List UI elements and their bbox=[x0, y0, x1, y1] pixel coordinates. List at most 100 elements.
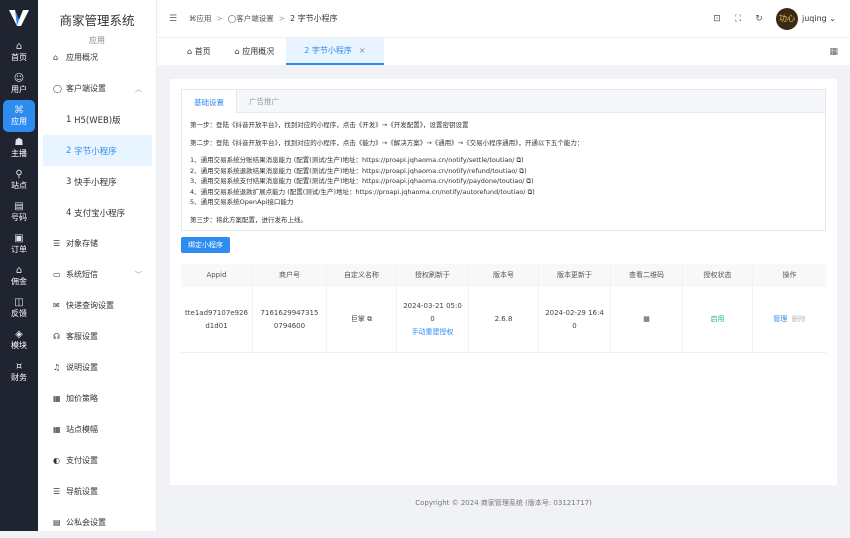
apps-icon: ⌘ bbox=[189, 14, 197, 23]
sidebar-item-label: 字节小程序 bbox=[74, 146, 117, 157]
tab-app-overview[interactable]: ⌂ 应用概况 bbox=[223, 38, 287, 65]
rail-item-10[interactable]: ¤ 财务 bbox=[0, 356, 38, 388]
item-number: 3 bbox=[66, 176, 72, 187]
refresh-icon[interactable]: ↻ bbox=[749, 14, 769, 24]
menu-icon: ▦ bbox=[53, 425, 61, 434]
sidebar-item-label: 快递查询设置 bbox=[66, 301, 114, 310]
status-cell: 启用 bbox=[683, 287, 753, 352]
breadcrumb-item[interactable]: 应用 bbox=[197, 13, 212, 24]
manage-link[interactable]: 管理 bbox=[773, 313, 787, 326]
sidebar-item-15[interactable]: ▤ 公私会设置 bbox=[38, 507, 156, 538]
sidebar-item-3[interactable]: 2 字节小程序 bbox=[43, 135, 152, 166]
column-header: Appid bbox=[181, 264, 253, 287]
sidebar-item-10[interactable]: ♫ 说明设置 bbox=[38, 352, 156, 383]
sidebar-item-0[interactable]: ⌂ 应用概况 bbox=[38, 42, 156, 73]
grid-icon[interactable]: ▦ bbox=[829, 47, 838, 57]
auth-refresh-cell: 2024-03-21 05:0 0 手动重建授权 bbox=[397, 287, 469, 352]
sidebar-item-8[interactable]: ✉ 快递查询设置 bbox=[38, 290, 156, 321]
actions-cell: 管理 删除 bbox=[753, 287, 826, 352]
qrcode-icon[interactable]: ▦ bbox=[643, 313, 650, 326]
sidebar-item-label: 客服设置 bbox=[66, 332, 98, 341]
column-header: 自定义名称 bbox=[327, 264, 397, 287]
ability-5: 5、通用交易系统OpenApi接口能力 bbox=[190, 198, 294, 206]
column-header: 授权状态 bbox=[683, 264, 753, 287]
apps-icon: ⌘ bbox=[14, 105, 24, 116]
sidebar-item-2[interactable]: 1 H5(WEB)版 bbox=[38, 104, 156, 135]
custom-name[interactable]: 巨掌 ⧉ bbox=[351, 313, 372, 326]
column-header: 操作 bbox=[782, 271, 797, 279]
delete-link[interactable]: 删除 bbox=[792, 313, 806, 326]
sidebar-item-1[interactable]: ◯ 客户端设置 ︿ bbox=[38, 73, 156, 104]
feedback-icon: ◫ bbox=[14, 297, 24, 308]
sidebar-item-9[interactable]: ☊ 客服设置 bbox=[38, 321, 156, 352]
rail-item-4[interactable]: ⚲ 站点 bbox=[0, 164, 38, 196]
logo bbox=[0, 0, 38, 36]
tab-basic-settings[interactable]: 基础设置 bbox=[182, 90, 237, 114]
tab-home[interactable]: ⌂ 首页 bbox=[175, 38, 223, 65]
table-header: Appid 商户号 自定义名称 授权刷新于 版本号 版本更新于 查看二维码 授权… bbox=[181, 264, 826, 287]
rail-item-9[interactable]: ◈ 模块 bbox=[0, 324, 38, 356]
reauthorize-link[interactable]: 手动重建授权 bbox=[412, 328, 454, 336]
system-title: 商家管理系统 bbox=[59, 13, 135, 28]
rail-item-6[interactable]: ▣ 订单 bbox=[0, 228, 38, 260]
user-icon: ☺ bbox=[13, 73, 25, 84]
order-icon: ▣ bbox=[14, 233, 24, 244]
site-icon: ⚲ bbox=[15, 169, 23, 180]
sidebar-item-13[interactable]: ◐ 支付设置 bbox=[38, 445, 156, 476]
breadcrumb-current: 2 字节小程序 bbox=[290, 14, 338, 23]
column-header: 版本号 bbox=[469, 264, 539, 287]
collapse-menu-icon[interactable]: ☰ bbox=[169, 14, 183, 24]
avatar[interactable]: 功心 bbox=[776, 7, 798, 30]
tab-ad-promotion[interactable]: 广告推广 bbox=[237, 90, 291, 112]
rail-item-label: 佣金 bbox=[11, 277, 27, 286]
sidebar-item-label: 支付设置 bbox=[66, 456, 98, 465]
sidebar-item-12[interactable]: ▦ 站点模幅 bbox=[38, 414, 156, 445]
rail-item-8[interactable]: ◫ 反馈 bbox=[0, 292, 38, 324]
version-updated-cell: 2024-02-29 16:4 0 bbox=[539, 287, 611, 352]
appid-cell: tte1ad97107e926 d1d01 bbox=[181, 287, 253, 352]
rail-item-5[interactable]: ▤ 号码 bbox=[0, 196, 38, 228]
sidebar-item-11[interactable]: ▦ 加价策略 bbox=[38, 383, 156, 414]
ability-4: 4、通用交易系统退款扩展点能力 (配置(测试/生产)地址：https://pro… bbox=[190, 187, 535, 196]
column-header: 授权刷新于 bbox=[397, 264, 469, 287]
rail-item-3[interactable]: ☗ 主播 bbox=[0, 132, 38, 164]
bind-miniapp-button[interactable]: 绑定小程序 bbox=[181, 237, 230, 253]
user-menu[interactable]: juqing ⌄ bbox=[802, 14, 836, 23]
breadcrumb-item[interactable]: 客户端设置 bbox=[236, 13, 274, 24]
sidebar-item-7[interactable]: ▭ 系统短信 ﹀ bbox=[38, 259, 156, 290]
custom-name-cell: 巨掌 ⧉ bbox=[327, 287, 397, 352]
miniapp-table: Appid 商户号 自定义名称 授权刷新于 版本号 版本更新于 查看二维码 授权… bbox=[181, 264, 826, 353]
client-icon: ◯ bbox=[227, 14, 237, 23]
home-icon: ⌂ bbox=[15, 41, 23, 52]
sidebar-item-5[interactable]: 4 支付宝小程序 bbox=[38, 197, 156, 228]
sidebar-item-label: 对象存储 bbox=[66, 239, 98, 248]
tab-bytedance-miniapp[interactable]: 2 字节小程序 × bbox=[286, 38, 384, 65]
rail-item-label: 主播 bbox=[11, 149, 27, 158]
rail-item-7[interactable]: ⌂ 佣金 bbox=[0, 260, 38, 292]
sidebar-header: 商家管理系统 应用 bbox=[38, 0, 156, 45]
rail-item-1[interactable]: ☺ 用户 bbox=[0, 68, 38, 100]
config-panel: 基础设置 广告推广 第一步：登陆《抖音开放平台》，找到对应的小程序，点击《开发》… bbox=[181, 89, 826, 231]
sidebar: 商家管理系统 应用 ⌂ 应用概况 ◯ 客户端设置 ︿ 1 H5(WEB)版 2 字节小程序 3… bbox=[38, 0, 157, 531]
sidebar-item-label: 系统短信 bbox=[66, 270, 98, 279]
tab-label: 应用概况 bbox=[242, 47, 275, 56]
sidebar-item-4[interactable]: 3 快手小程序 bbox=[38, 166, 156, 197]
rail-item-2[interactable]: ⌘ 应用 bbox=[3, 100, 35, 132]
sidebar-item-label: 公私会设置 bbox=[66, 518, 106, 527]
sidebar-item-6[interactable]: ☰ 对象存储 bbox=[38, 228, 156, 259]
fullscreen-icon[interactable]: ⛶ bbox=[728, 14, 748, 24]
item-number: 2 bbox=[66, 145, 72, 156]
rail-item-label: 模块 bbox=[11, 341, 27, 350]
ability-1: 1、通用交易系统分账结果消息能力 (配置(测试/生产)地址：https://pr… bbox=[190, 156, 524, 164]
rail-item-label: 首页 bbox=[11, 53, 27, 62]
item-number: 1 bbox=[66, 114, 72, 125]
breadcrumb-separator: > bbox=[216, 14, 223, 23]
rail-item-0[interactable]: ⌂ 首页 bbox=[0, 36, 38, 68]
close-icon[interactable]: × bbox=[359, 46, 366, 55]
home-icon: ⌂ bbox=[234, 47, 243, 56]
rail-item-label: 号码 bbox=[11, 213, 27, 222]
config-tabs: 基础设置 广告推广 bbox=[182, 90, 825, 114]
sidebar-item-14[interactable]: ☰ 导航设置 bbox=[38, 476, 156, 507]
chevron-down-icon: ⌄ bbox=[826, 14, 836, 23]
lock-icon[interactable]: ⊡ bbox=[707, 14, 727, 24]
